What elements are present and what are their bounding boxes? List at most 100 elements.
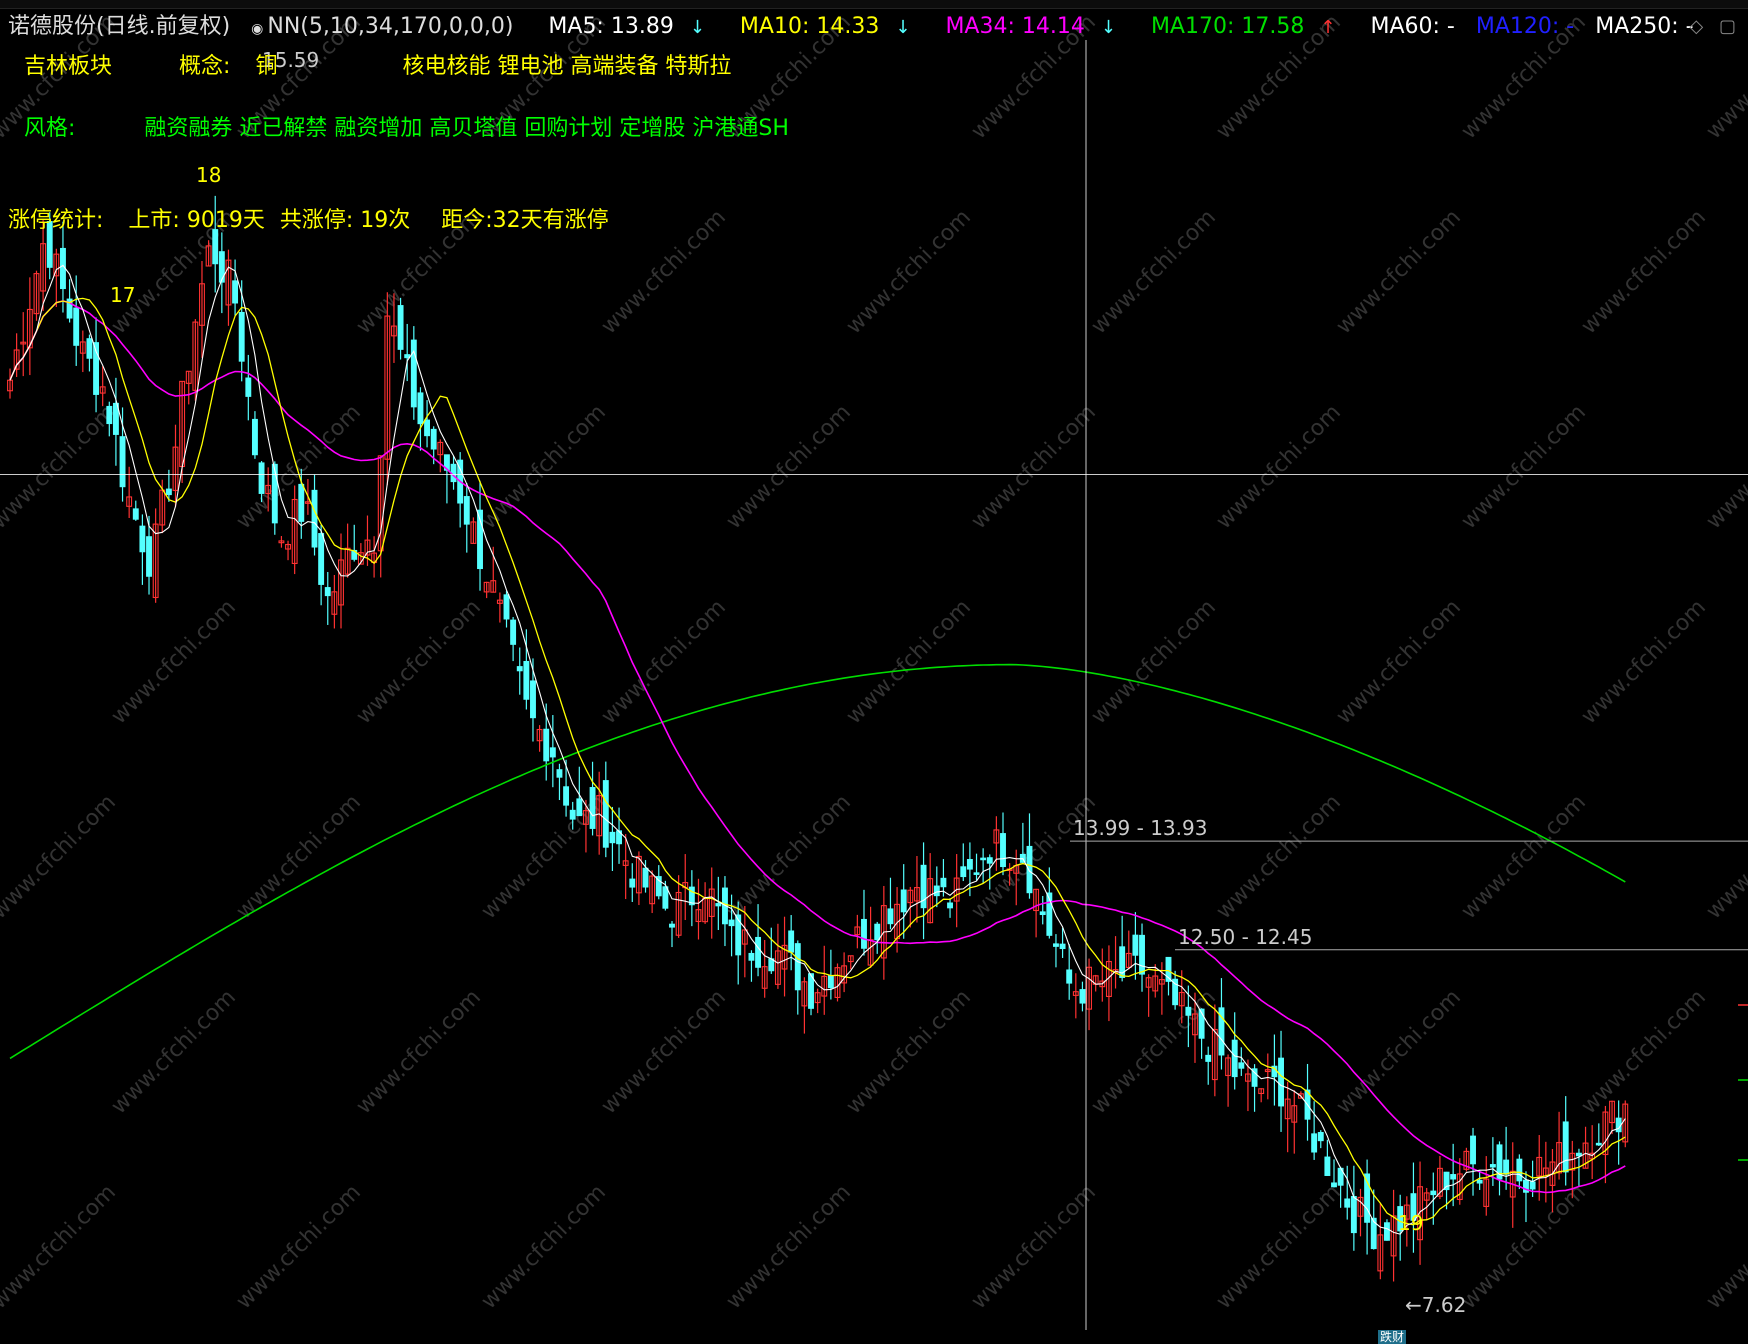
candle-down: [1026, 845, 1033, 894]
candle-down: [642, 867, 649, 888]
ma10-label: MA10: 14.33 ↓: [739, 14, 911, 39]
candle-down: [655, 876, 662, 897]
watermark-text: www.cfchi.com: [477, 1180, 611, 1314]
watermark-text: www.cfchi.com: [597, 595, 731, 729]
watermark-text: www.cfchi.com: [1702, 790, 1748, 924]
ma34-label: MA34: 14.14 ↓: [945, 14, 1116, 39]
candle-down: [1489, 1164, 1496, 1168]
maximize-icon[interactable]: ▢: [1719, 16, 1736, 37]
candle-down: [827, 975, 834, 989]
candle-down: [1476, 1179, 1483, 1184]
watermark-text: www.cfchi.com: [477, 400, 611, 534]
total-limit-up: 共涨停: 19次: [279, 208, 411, 233]
candle-down: [933, 885, 940, 897]
candle-down: [516, 666, 523, 672]
candle-down: [576, 798, 583, 817]
limit-up-count-label: 18: [196, 163, 221, 187]
watermark-text: www.cfchi.com: [1577, 595, 1711, 729]
style-list: 融资融券 近已解禁 融资增加 高贝塔值 回购计划 定增股 沪港通SH: [144, 116, 789, 141]
watermark-text: www.cfchi.com: [1087, 205, 1221, 339]
candle-down: [887, 908, 894, 925]
candle-down: [106, 405, 113, 425]
watermark-text: www.cfchi.com: [1577, 205, 1711, 339]
candle-down: [1053, 943, 1059, 947]
candle-down: [715, 903, 722, 907]
candle-down: [530, 680, 536, 719]
candle-down: [165, 488, 172, 496]
candle-down: [1000, 833, 1006, 868]
candle-down: [1311, 1133, 1318, 1153]
candle-down: [1595, 1142, 1602, 1146]
since-last-limit: 距今:32天有涨停: [441, 208, 609, 233]
candle-down: [768, 958, 775, 972]
watermark-text: www.cfchi.com: [1702, 400, 1748, 534]
candle-down: [1430, 1190, 1437, 1196]
chevron-down-icon[interactable]: ◉: [251, 21, 263, 37]
candle-down: [212, 229, 219, 265]
candle-down: [728, 919, 735, 927]
watermark-text: www.cfchi.com: [1212, 400, 1346, 534]
candle-down: [139, 525, 146, 553]
ma60-label: MA60: -: [1370, 14, 1455, 39]
candle-down: [1331, 1182, 1337, 1188]
watermark-text: www.cfchi.com: [1702, 1180, 1748, 1314]
candle-down: [463, 496, 470, 525]
candle-down: [73, 307, 80, 346]
watermark-text: www.cfchi.com: [842, 985, 976, 1119]
watermark-text: www.cfchi.com: [597, 205, 731, 339]
candle-down: [1139, 934, 1145, 975]
price-range-label: 12.50 - 12.45: [1178, 925, 1312, 949]
candle-down: [251, 418, 258, 456]
watermark-text: www.cfchi.com: [1332, 595, 1466, 729]
candle-down: [662, 886, 669, 909]
diamond-icon[interactable]: ◇: [1689, 16, 1703, 37]
candle-down: [1384, 1222, 1390, 1241]
candle-down: [324, 587, 331, 597]
sector-name: 吉林板块: [24, 54, 113, 79]
candle-down: [1039, 911, 1046, 916]
candle-down: [543, 728, 550, 762]
candle-down: [874, 923, 881, 941]
formula-label[interactable]: ◉ NN(5,10,34,170,0,0,0): [251, 14, 534, 39]
watermark-text: www.cfchi.com: [967, 400, 1101, 534]
watermark-text: www.cfchi.com: [1212, 1180, 1346, 1314]
watermark-text: www.cfchi.com: [1577, 985, 1711, 1119]
candle-down: [861, 918, 867, 949]
watermark-text: www.cfchi.com: [967, 1180, 1101, 1314]
candle-down: [980, 857, 987, 861]
candle-down: [1317, 1132, 1324, 1142]
candle-down: [1185, 1006, 1192, 1016]
candle-down: [556, 769, 563, 778]
candle-down: [748, 952, 755, 961]
style-line: 风格: 融资融券 近已解禁 融资增加 高贝塔值 回购计划 定增股 沪港通SH: [24, 110, 797, 142]
candle-down: [960, 866, 967, 878]
low-price-label: ←7.62: [1405, 1293, 1466, 1317]
candle-down: [947, 902, 953, 909]
candle-down: [430, 428, 437, 450]
watermark-text: www.cfchi.com: [352, 595, 486, 729]
watermark-text: www.cfchi.com: [1332, 205, 1466, 339]
candle-down: [1344, 1198, 1351, 1208]
candle-down: [523, 660, 530, 700]
candle-down: [1575, 1152, 1582, 1157]
limit-up-count-label: 19: [1398, 1211, 1423, 1235]
listed-days: 上市: 9019天: [128, 208, 265, 233]
candle-down: [510, 619, 517, 645]
candle-down: [318, 533, 325, 585]
watermark-text: www.cfchi.com: [597, 985, 731, 1119]
candle-down: [410, 339, 417, 408]
candle-down: [258, 462, 265, 494]
candle-down: [1516, 1158, 1523, 1182]
candle-down: [132, 508, 139, 520]
watermark-text: www.cfchi.com: [722, 400, 856, 534]
ma5-line: [9, 264, 1626, 1235]
candle-down: [218, 251, 225, 283]
candle-down: [1132, 934, 1139, 956]
watermark-text: www.cfchi.com: [842, 205, 976, 339]
watermark-text: www.cfchi.com: [1087, 595, 1221, 729]
candle-down: [549, 747, 556, 758]
price-range-label: 13.99 - 13.93: [1073, 816, 1207, 840]
candle-down: [298, 483, 305, 522]
watermark-text: www.cfchi.com: [352, 985, 486, 1119]
ma170-label: MA170: 17.58 ↑: [1150, 14, 1336, 39]
